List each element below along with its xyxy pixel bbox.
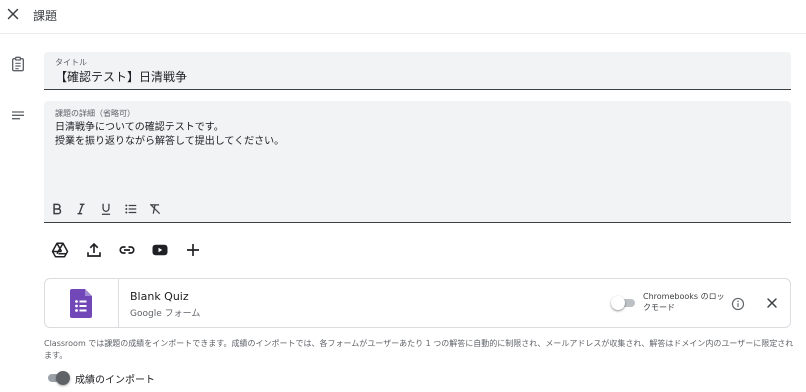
title-field[interactable]: タイトル 【確認テスト】日清戦争 — [44, 52, 791, 90]
bulleted-list-icon[interactable] — [124, 201, 138, 215]
details-field[interactable]: 課題の詳細（省略可） 日清戦争についての確認テストです。 授業を振り返りながら解… — [44, 101, 791, 223]
attachment-type: Google フォーム — [130, 309, 201, 319]
attachment-thumbnail[interactable] — [45, 279, 119, 327]
grade-import-notice: Classroom では課題の成績をインポートできます。成績のインポートでは、各… — [44, 339, 794, 360]
add-icon[interactable] — [184, 241, 202, 259]
assignment-icon — [10, 56, 26, 72]
youtube-icon[interactable] — [151, 241, 169, 259]
upload-icon[interactable] — [85, 241, 103, 259]
remove-attachment-icon[interactable] — [764, 295, 780, 311]
link-icon[interactable] — [118, 241, 136, 259]
title-label: タイトル — [55, 58, 87, 67]
details-text-line[interactable]: 授業を振り返りながら解答して提出してください。 — [55, 132, 284, 147]
italic-icon[interactable] — [74, 201, 88, 215]
bold-icon[interactable] — [50, 201, 64, 215]
attachment-card[interactable]: Blank Quiz Google フォーム Chromebooks のロックモ… — [44, 278, 791, 328]
title-input[interactable]: 【確認テスト】日清戦争 — [55, 68, 187, 85]
close-icon[interactable] — [4, 5, 22, 23]
grade-import-label: 成績のインポート — [75, 375, 155, 386]
details-text-line[interactable]: 日清戦争についての確認テストです。 — [55, 118, 224, 133]
clear-formatting-icon[interactable] — [148, 201, 162, 215]
description-icon — [10, 108, 26, 124]
google-forms-icon — [70, 289, 92, 318]
grade-import-toggle[interactable] — [44, 371, 70, 385]
underline-icon[interactable] — [99, 201, 113, 215]
lock-mode-toggle[interactable] — [611, 296, 637, 310]
top-bar: 課題 — [0, 0, 806, 34]
page-title: 課題 — [33, 9, 58, 23]
google-drive-icon[interactable] — [51, 241, 69, 259]
info-icon[interactable] — [731, 296, 745, 311]
attachment-title[interactable]: Blank Quiz — [130, 290, 189, 303]
lock-mode-label: Chromebooks のロックモード — [643, 292, 725, 312]
